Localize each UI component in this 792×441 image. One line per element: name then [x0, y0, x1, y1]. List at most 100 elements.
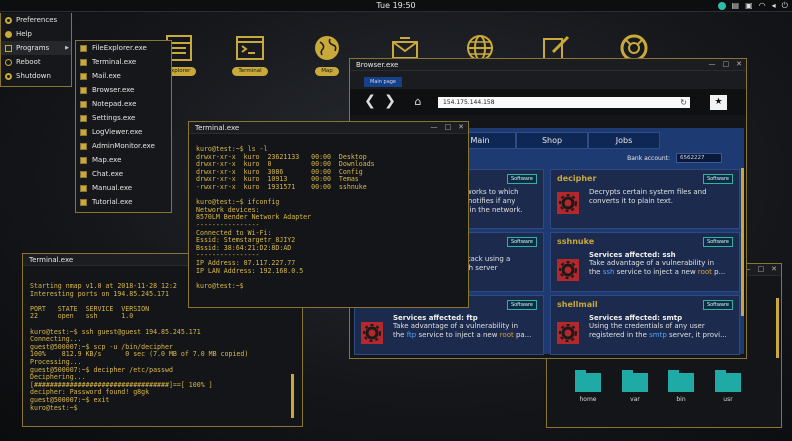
program-item[interactable]: Chat.exe [76, 167, 171, 181]
close-button[interactable]: ✕ [458, 123, 464, 131]
url-bar[interactable]: 154.175.144.158 ↻ [438, 96, 690, 108]
browser-navbar: ❮ ❯ ⌂ 154.175.144.158 ↻ ★ [350, 89, 746, 115]
program-item[interactable]: LogViewer.exe [76, 125, 171, 139]
menu-item-preferences[interactable]: Preferences [1, 13, 71, 27]
folder-usr[interactable]: usr [713, 370, 743, 403]
window-title: Terminal.exe [29, 255, 74, 264]
scrollbar-thumb[interactable] [776, 298, 779, 358]
terminal-window-ls: Terminal.exe — □ ✕ kuro@test:~$ ls -l dr… [188, 121, 469, 308]
software-badge: Software [702, 300, 733, 310]
close-button[interactable]: ✕ [736, 60, 742, 68]
program-item[interactable]: Map.exe [76, 153, 171, 167]
desktop-icon-terminal[interactable]: Terminal [222, 34, 278, 76]
software-card-decipher[interactable]: decipher Software Decrypts certain syste… [550, 169, 740, 229]
bookmark-button[interactable]: ★ [710, 94, 727, 110]
reload-icon[interactable]: ↻ [680, 97, 687, 108]
close-button[interactable]: ✕ [771, 265, 777, 273]
folder-bin[interactable]: bin [666, 370, 696, 403]
program-icon [80, 44, 87, 52]
program-item[interactable]: Mail.exe [76, 69, 171, 83]
text-run: the [589, 268, 603, 276]
sound-icon[interactable]: ◂ [772, 1, 776, 11]
program-label: Manual.exe [92, 184, 133, 192]
menu-item-label: Reboot [16, 58, 41, 66]
forward-button[interactable]: ❯ [382, 94, 398, 110]
card-desc-line: the ssh service to inject a new root p..… [589, 268, 735, 277]
card-desc-line: ttack using a [465, 255, 511, 263]
folder-home[interactable]: home [573, 370, 603, 403]
scrollbar-thumb[interactable] [291, 374, 294, 418]
program-item[interactable]: Tutorial.exe [76, 195, 171, 209]
bank-account: Bank account: 6562227 [627, 153, 722, 163]
text-run: server, it provi... [666, 331, 727, 339]
scrollbar-thumb[interactable] [741, 168, 744, 316]
program-item[interactable]: FileExplorer.exe [76, 41, 171, 55]
folder-label: bin [676, 396, 686, 403]
maximize-button[interactable]: □ [758, 265, 765, 273]
site-tab-jobs[interactable]: Jobs [588, 132, 660, 149]
power-tray-icon[interactable]: ⏻ [782, 1, 788, 11]
desktop-icon-map[interactable]: Map [299, 34, 355, 76]
status-dot-icon[interactable] [717, 2, 726, 10]
software-badge: Software [506, 300, 537, 310]
folder-label: var [630, 396, 640, 403]
program-item[interactable]: Terminal.exe [76, 55, 171, 69]
program-label: Tutorial.exe [92, 198, 133, 206]
terminal-output[interactable]: kuro@test:~$ ls -l drwxr-xr-x kuro 23621… [189, 134, 468, 296]
program-label: FileExplorer.exe [92, 44, 147, 52]
folder-var[interactable]: var [620, 370, 650, 403]
menu-item-reboot[interactable]: Reboot [1, 55, 71, 69]
program-item[interactable]: Notepad.exe [76, 97, 171, 111]
globe-icon [315, 36, 339, 60]
program-icon [80, 156, 87, 164]
bank-account-select[interactable]: 6562227 [676, 153, 722, 163]
menu-item-shutdown[interactable]: Shutdown [1, 69, 71, 83]
software-card-shellmail[interactable]: shellmail Software Services affected: sm… [550, 295, 740, 355]
maximize-button[interactable]: □ [445, 123, 452, 131]
window-titlebar[interactable]: Terminal.exe — □ ✕ [189, 122, 468, 134]
card-description: Decrypts certain system files and conver… [589, 188, 707, 205]
window-titlebar[interactable]: Browser.exe — □ ✕ [350, 59, 746, 71]
minimize-button[interactable]: — [709, 60, 716, 68]
program-icon [80, 142, 87, 150]
folder-label: home [579, 396, 597, 403]
software-badge: Software [702, 174, 733, 184]
program-item[interactable]: Settings.exe [76, 111, 171, 125]
back-button[interactable]: ❮ [362, 94, 378, 110]
card-desc-line: sh server [465, 264, 498, 272]
minimize-button[interactable]: — [431, 123, 438, 131]
url-text: 154.175.144.158 [443, 98, 495, 106]
system-tray: ▤ ▣ ◠ ◂ ⏻ [717, 1, 788, 11]
gear-icon [557, 322, 579, 344]
submenu-arrow-icon: ▶ [65, 45, 69, 51]
card-desc-line: registered in the smtp server, it provi.… [589, 331, 735, 340]
software-badge: Software [506, 237, 537, 247]
program-label: LogViewer.exe [92, 128, 143, 136]
clock: Tue 19:50 [376, 1, 416, 10]
card-desc-line: the ftp service to inject a new root pa.… [393, 331, 539, 340]
software-card-sshnuke[interactable]: sshnuke Software Services affected: ssh … [550, 232, 740, 292]
browser-tab[interactable]: Main page [364, 77, 403, 87]
home-button[interactable]: ⌂ [410, 94, 426, 110]
notes-icon[interactable]: ▤ [732, 1, 740, 11]
lock-icon[interactable]: ▣ [745, 1, 753, 11]
program-item[interactable]: Manual.exe [76, 181, 171, 195]
program-icon [80, 170, 87, 178]
browser-tab-strip: Main page [350, 71, 746, 89]
programs-submenu: FileExplorer.exe Terminal.exe Mail.exe B… [75, 40, 172, 213]
folder-icon [715, 370, 741, 392]
top-bar: Tue 19:50 ▤ ▣ ◠ ◂ ⏻ [0, 0, 792, 12]
text-run: registered in the [589, 331, 650, 339]
program-label: Terminal.exe [92, 58, 137, 66]
menu-item-help[interactable]: Help [1, 27, 71, 41]
services-affected: Services affected: smtp [589, 314, 683, 322]
software-badge: Software [506, 174, 537, 184]
menu-item-programs[interactable]: Programs ▶ [1, 41, 71, 55]
window-controls: — □ ✕ [744, 265, 778, 273]
program-item[interactable]: AdminMonitor.exe [76, 139, 171, 153]
site-tab-shop[interactable]: Shop [516, 132, 588, 149]
program-item[interactable]: Browser.exe [76, 83, 171, 97]
wifi-icon[interactable]: ◠ [759, 1, 766, 11]
program-label: Map.exe [92, 156, 122, 164]
maximize-button[interactable]: □ [723, 60, 730, 68]
